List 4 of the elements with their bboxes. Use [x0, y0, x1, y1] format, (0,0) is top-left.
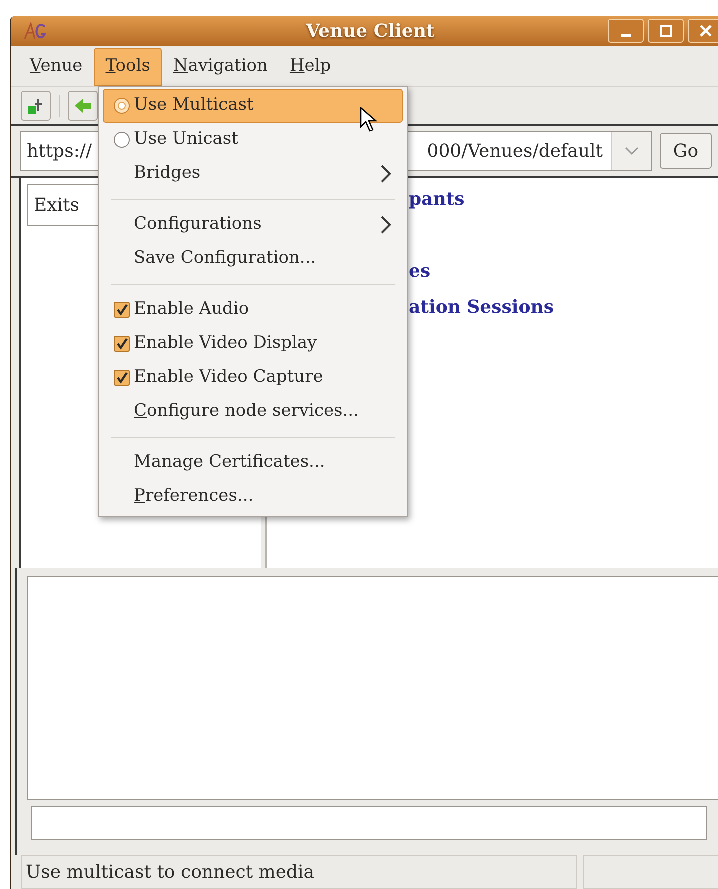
- window-title: Venue Client: [305, 20, 436, 44]
- url-text: 000/Venues/default: [427, 140, 604, 164]
- url-text: https://: [26, 140, 92, 164]
- status-text: Use multicast to connect media: [21, 855, 577, 889]
